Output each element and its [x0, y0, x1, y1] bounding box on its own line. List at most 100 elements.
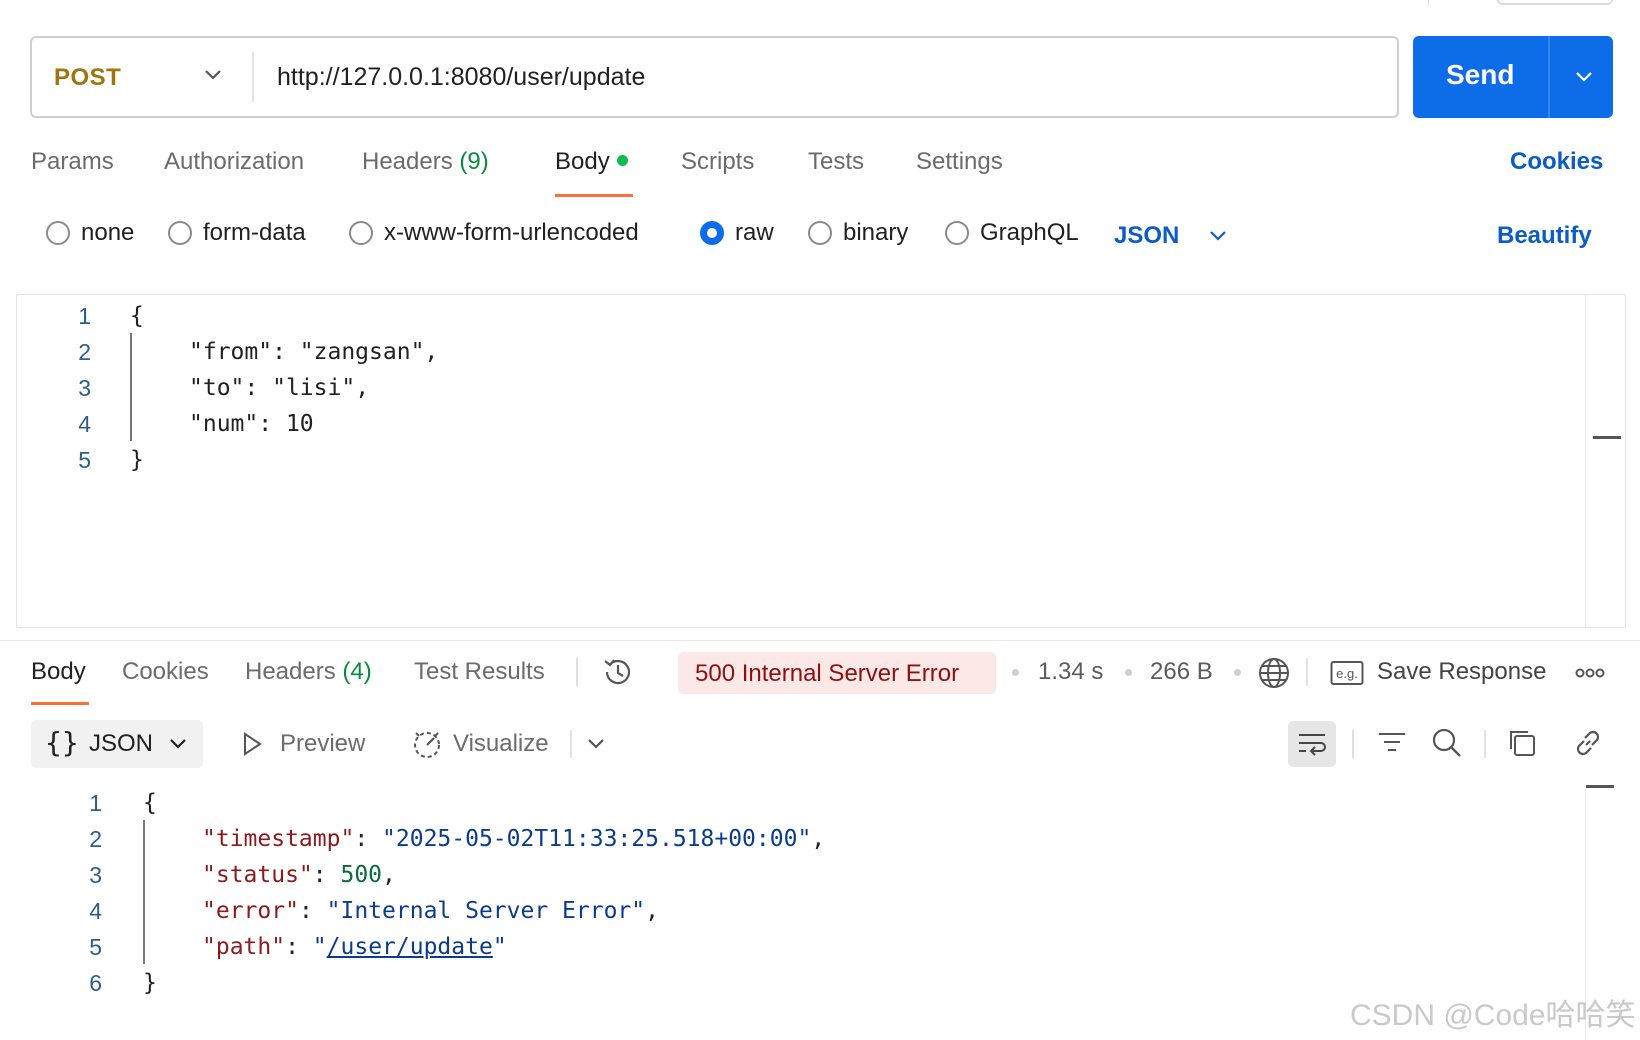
radio-circle	[349, 221, 373, 245]
history-icon[interactable]	[600, 654, 636, 690]
tab-params[interactable]: Params	[31, 148, 114, 176]
radio-circle-selected	[700, 221, 724, 245]
url-input[interactable]: http://127.0.0.1:8080/user/update	[277, 63, 645, 92]
radio-circle	[46, 221, 70, 245]
visualize-button[interactable]: Visualize	[453, 730, 549, 758]
json-key: "timestamp"	[202, 826, 355, 852]
preview-button[interactable]: Preview	[280, 730, 365, 758]
radio-urlencoded[interactable]: x-www-form-urlencoded	[349, 219, 639, 247]
word-wrap-button[interactable]	[1288, 721, 1336, 767]
json-value: "zangsan"	[299, 339, 425, 365]
radio-none[interactable]: none	[46, 219, 134, 247]
chevron-down-icon[interactable]	[584, 732, 608, 756]
tab-headers[interactable]: Headers (9)	[362, 148, 489, 176]
tab-authorization[interactable]: Authorization	[164, 148, 304, 176]
status-badge[interactable]: 500 Internal Server Error	[678, 652, 996, 694]
divider	[1306, 658, 1308, 686]
radio-label: binary	[843, 219, 909, 246]
indent-guide	[143, 820, 145, 964]
beautify-button[interactable]: Beautify	[1497, 222, 1592, 250]
active-tab-indicator	[31, 702, 89, 705]
json-value-quote: "	[312, 934, 327, 960]
line-number: 2	[78, 339, 91, 365]
line-number: 2	[89, 826, 102, 852]
line-number: 3	[78, 375, 91, 401]
tab-body[interactable]: Body	[555, 148, 628, 176]
svg-text:e.g.: e.g.	[1336, 666, 1358, 681]
response-time[interactable]: 1.34 s	[1038, 658, 1103, 686]
radio-binary[interactable]: binary	[808, 219, 908, 247]
headers-count: (4)	[342, 658, 372, 685]
code-line: "error": "Internal Server Error",	[202, 898, 659, 924]
radio-circle	[945, 221, 969, 245]
top-divider	[1428, 0, 1429, 6]
more-options-icon[interactable]	[1574, 663, 1606, 683]
code-line: "to": "lisi",	[189, 375, 370, 401]
tab-tests[interactable]: Tests	[808, 148, 864, 176]
save-response-button[interactable]: Save Response	[1377, 658, 1546, 686]
watermark: CSDN @Code哈哈笑	[1350, 999, 1636, 1032]
globe-icon[interactable]	[1256, 655, 1292, 691]
headers-count: (9)	[459, 148, 489, 175]
copy-icon[interactable]	[1506, 727, 1538, 759]
divider	[576, 658, 578, 686]
wrap-icon	[1299, 734, 1326, 756]
response-tab-cookies[interactable]: Cookies	[122, 658, 209, 686]
dot-separator	[1125, 669, 1132, 676]
radio-form-data[interactable]: form-data	[168, 219, 306, 247]
response-tab-body[interactable]: Body	[31, 658, 86, 686]
play-icon	[244, 732, 262, 756]
tab-headers-label: Headers	[362, 148, 453, 175]
tab-settings[interactable]: Settings	[916, 148, 1003, 176]
response-format-selector[interactable]: {} JSON	[31, 720, 203, 768]
response-body-viewer[interactable]: 1 2 3 4 5 6 { "timestamp": "2025-05-02T1…	[0, 780, 1580, 1030]
format-label: JSON	[89, 730, 154, 757]
scrollbar-thumb[interactable]	[1593, 436, 1621, 439]
line-number: 4	[89, 898, 102, 924]
request-body-editor[interactable]: 1 2 3 4 5 { "from": "zangsan", "to": "li…	[16, 294, 1626, 628]
line-number: 5	[78, 447, 91, 473]
cookies-link[interactable]: Cookies	[1510, 148, 1603, 176]
response-size[interactable]: 266 B	[1150, 658, 1213, 686]
radio-label: none	[81, 219, 135, 246]
code-line: "from": "zangsan",	[189, 339, 439, 365]
chevron-down-icon[interactable]	[1205, 223, 1231, 249]
radio-label: form-data	[203, 219, 306, 246]
code-line: {	[130, 303, 144, 329]
response-tab-test-results[interactable]: Test Results	[414, 658, 545, 686]
visualize-icon	[414, 732, 440, 758]
request-url-bar: POST http://127.0.0.1:8080/user/update	[30, 36, 1399, 118]
json-value-link[interactable]: /user/update	[327, 934, 493, 960]
dot-separator	[1012, 669, 1019, 676]
indent-guide	[130, 333, 132, 441]
method-selector[interactable]: POST	[54, 64, 121, 92]
editor-scrollbar[interactable]	[1585, 295, 1625, 627]
raw-format-selector[interactable]: JSON	[1114, 222, 1179, 250]
braces-icon: {}	[45, 726, 79, 759]
radio-raw[interactable]: raw	[700, 219, 774, 247]
json-key: "status"	[202, 862, 313, 888]
send-label: Send	[1446, 59, 1515, 90]
radio-label: GraphQL	[980, 219, 1079, 246]
send-button[interactable]: Send	[1413, 36, 1613, 118]
link-icon[interactable]	[1572, 727, 1604, 759]
json-value: 10	[285, 411, 314, 437]
filter-icon[interactable]	[1376, 728, 1408, 758]
code-line: "num": 10	[189, 411, 314, 437]
modified-dot	[616, 155, 628, 166]
response-tab-headers[interactable]: Headers (4)	[245, 658, 372, 686]
chevron-down-icon[interactable]	[1569, 62, 1599, 92]
radio-graphql[interactable]: GraphQL	[945, 219, 1079, 247]
pane-divider[interactable]	[0, 640, 1640, 641]
divider	[570, 730, 572, 758]
scrollbar-thumb[interactable]	[1586, 785, 1614, 788]
line-number: 6	[89, 970, 102, 996]
json-key: "to"	[189, 375, 245, 401]
radio-circle	[168, 221, 192, 245]
line-number: 3	[89, 862, 102, 888]
dot-separator	[1234, 669, 1241, 676]
json-key: "from"	[189, 339, 273, 365]
chevron-down-icon[interactable]	[198, 60, 228, 90]
tab-scripts[interactable]: Scripts	[681, 148, 754, 176]
search-icon[interactable]	[1430, 726, 1464, 760]
